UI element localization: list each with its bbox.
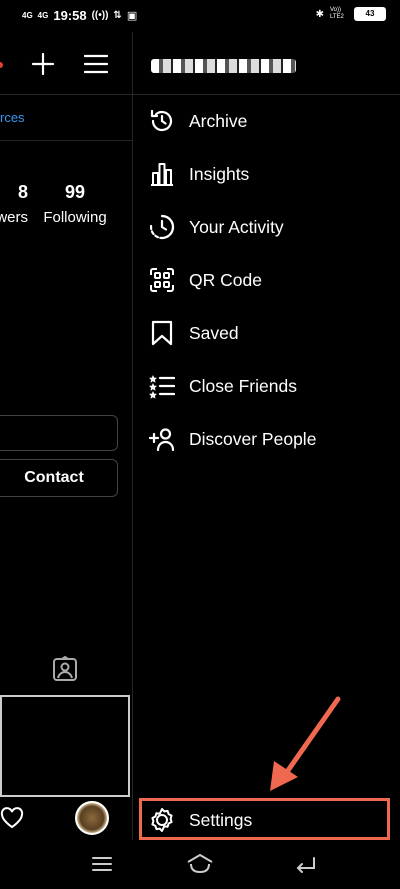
- network-indicator-1: 4G: [22, 11, 33, 20]
- menu-item-label: Archive: [189, 110, 248, 131]
- resources-link[interactable]: rces: [0, 110, 25, 125]
- plus-icon[interactable]: [31, 52, 55, 76]
- followers-stat[interactable]: 8 wers: [0, 182, 28, 226]
- edit-profile-button[interactable]: [0, 415, 118, 451]
- menu-item-label: Insights: [189, 163, 250, 184]
- profile-header-actions: [0, 50, 132, 80]
- system-navigation-bar: [0, 840, 400, 889]
- menu-item-archive[interactable]: Archive: [133, 95, 400, 147]
- followers-label: wers: [0, 209, 28, 226]
- menu-item-label: Close Friends: [189, 375, 297, 396]
- status-bar: 4G 4G 19:58 ((•)) ⇅ ▣ ✱ Vo)) LTE2 43: [0, 0, 400, 32]
- bookmark-icon: [151, 320, 173, 346]
- heart-icon[interactable]: [0, 807, 24, 829]
- menu-item-qr-code[interactable]: QR Code: [133, 254, 400, 306]
- bottom-tab-bar: [0, 797, 132, 841]
- followers-count: 8: [17, 182, 28, 202]
- post-thumbnail[interactable]: [0, 695, 130, 797]
- back-icon[interactable]: [292, 852, 320, 876]
- notification-dot: [0, 62, 3, 68]
- tagged-posts-icon[interactable]: [52, 656, 78, 682]
- contact-button[interactable]: Contact: [0, 459, 118, 497]
- recent-apps-icon[interactable]: [88, 852, 116, 876]
- resources-divider: [0, 140, 132, 141]
- screen: 4G 4G 19:58 ((•)) ⇅ ▣ ✱ Vo)) LTE2 43 rce…: [0, 0, 400, 889]
- header-divider: [0, 94, 132, 95]
- bluetooth-icon: ✱: [315, 8, 324, 20]
- username-obscured: [151, 54, 301, 78]
- menu-item-label: Saved: [189, 322, 239, 343]
- insights-icon: [151, 163, 173, 186]
- following-count: 99: [64, 182, 86, 202]
- following-label: Following: [43, 209, 107, 226]
- annotation-arrow-icon: [270, 696, 341, 791]
- add-person-icon: [149, 428, 175, 452]
- menu-item-your-activity[interactable]: Your Activity: [133, 201, 400, 253]
- profile-page: rces 8 wers 99 Following Contact: [0, 32, 132, 797]
- home-icon[interactable]: [186, 852, 214, 876]
- qr-code-icon: [150, 268, 174, 292]
- menu-item-close-friends[interactable]: Close Friends: [133, 360, 400, 412]
- settings-highlight-box: [139, 798, 390, 840]
- menu-item-saved[interactable]: Saved: [133, 307, 400, 359]
- profile-avatar[interactable]: [75, 801, 109, 835]
- menu-item-discover-people[interactable]: Discover People: [133, 413, 400, 465]
- volte-indicator: Vo)) LTE2: [330, 7, 344, 20]
- clock: 19:58: [53, 8, 87, 23]
- menu-item-label: Your Activity: [189, 216, 284, 237]
- network-indicator-2: 4G: [37, 11, 49, 20]
- close-friends-icon: [149, 375, 175, 399]
- following-stat[interactable]: 99 Following: [40, 182, 110, 226]
- menu-item-insights[interactable]: Insights: [133, 148, 400, 200]
- menu-item-label: QR Code: [189, 269, 262, 290]
- battery-indicator: 43: [354, 7, 386, 21]
- activity-icon: [149, 214, 175, 240]
- gallery-icon: ▣: [126, 10, 138, 22]
- hotspot-icon: ((•)): [91, 10, 109, 21]
- archive-icon: [150, 109, 173, 132]
- hamburger-menu-icon[interactable]: [84, 54, 108, 74]
- data-arrows-icon: ⇅: [113, 10, 122, 21]
- menu-item-label: Discover People: [189, 428, 317, 449]
